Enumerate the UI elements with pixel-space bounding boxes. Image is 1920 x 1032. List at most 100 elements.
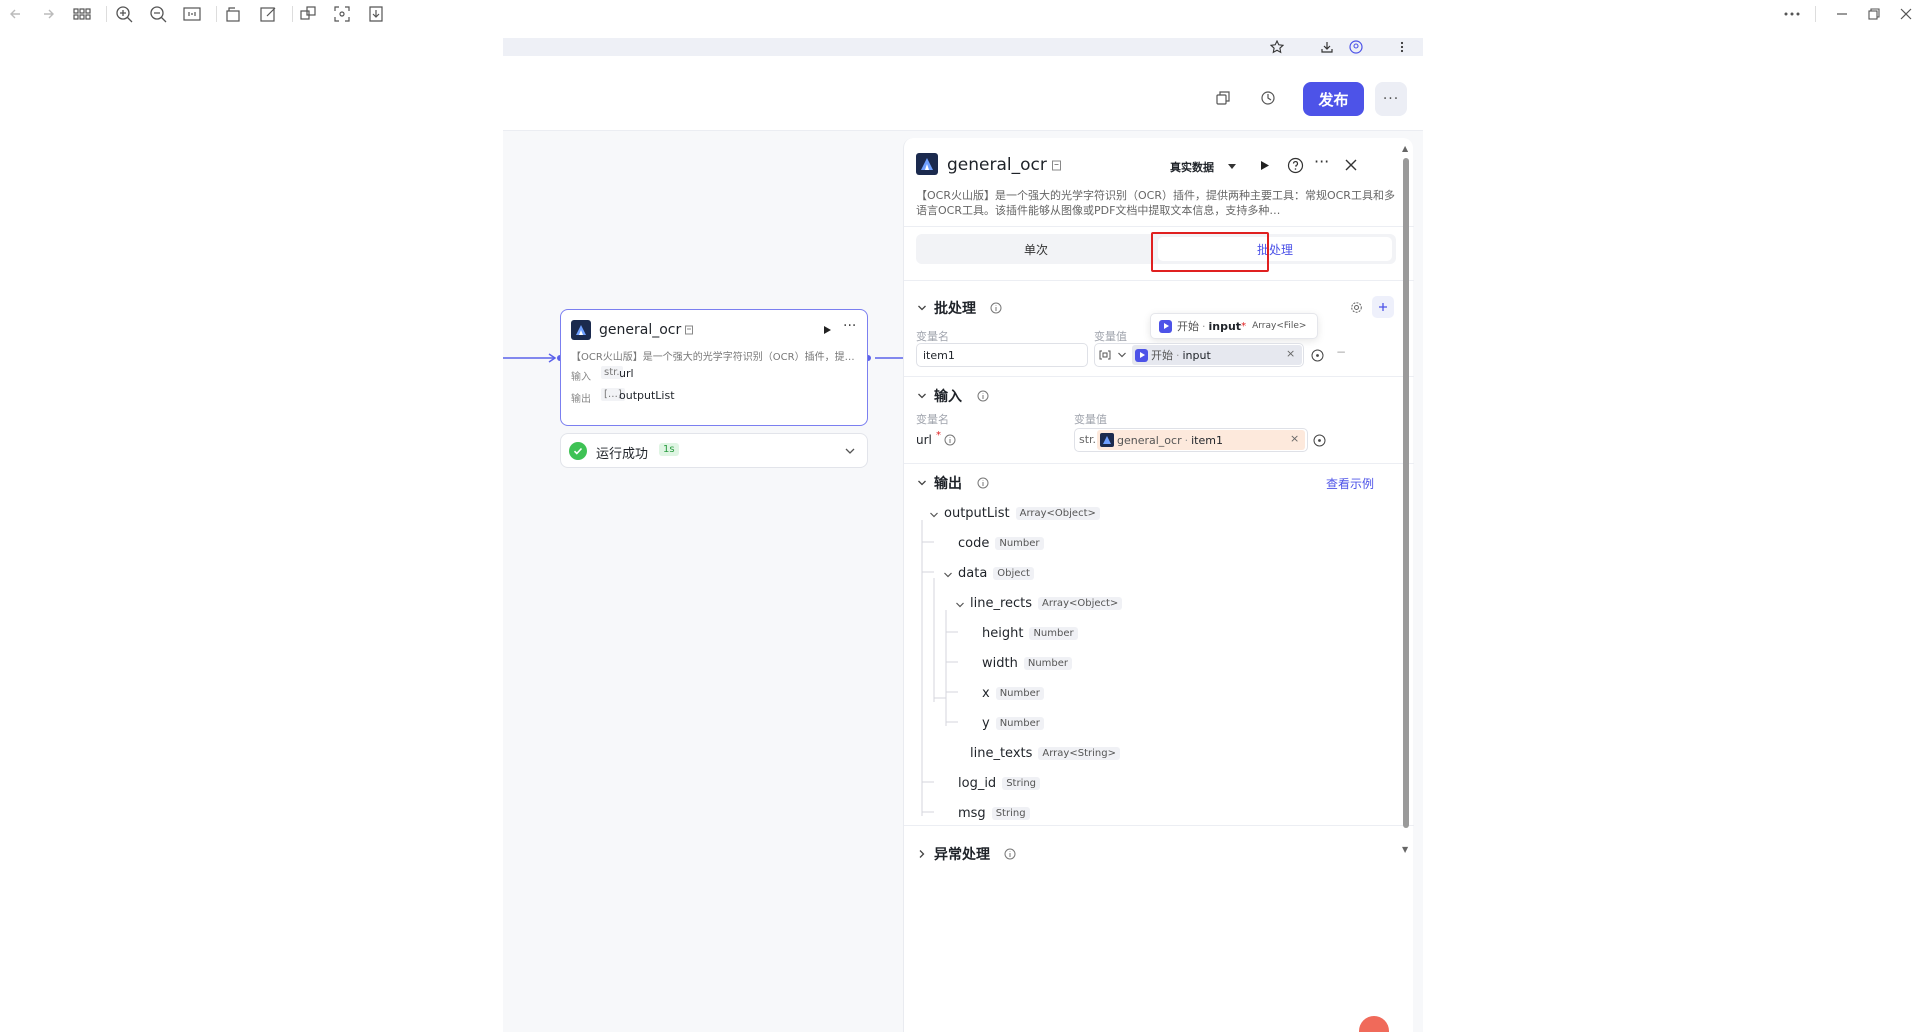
chevron-down-icon[interactable] [916,477,928,489]
zoom-in-icon[interactable] [114,4,134,24]
output-field-type: Array<String> [1038,747,1120,760]
batch-var-value-field[interactable]: 开始 · input × [1094,343,1304,367]
fullscreen-icon[interactable] [332,4,352,24]
minimize-icon[interactable] [1832,4,1852,24]
node-more-icon[interactable]: ··· [843,318,856,334]
output-field-type: Number [1029,627,1078,640]
run-status-text: 运行成功 [596,447,649,462]
play-icon[interactable] [1256,157,1272,173]
kebab-icon[interactable] [1393,38,1411,56]
output-field-name: line_texts [970,746,1033,761]
forward-icon[interactable] [38,4,58,24]
workflow-node-card[interactable]: general_ocr ··· 【OCR火山版】是一个强大的光学字符识别（OCR… [560,309,868,426]
profile-icon[interactable] [1347,38,1365,56]
help-icon[interactable] [1286,156,1304,174]
clear-icon[interactable]: × [1290,432,1299,445]
restore-icon[interactable] [1864,4,1884,24]
edit-icon[interactable] [258,4,278,24]
view-example-link[interactable]: 查看示例 [1326,475,1374,492]
input-ref-node: general_ocr [1117,433,1182,447]
info-icon[interactable] [989,301,1002,314]
chevron-right-icon[interactable] [916,848,928,860]
zoom-out-icon[interactable] [148,4,168,24]
tree-guide-lines [921,520,958,816]
info-icon[interactable] [943,433,956,446]
output-tree-row[interactable]: line_rects Array<Object> [970,596,1123,611]
close-icon[interactable] [1342,156,1360,174]
close-window-icon[interactable] [1896,4,1916,24]
history-icon[interactable] [1258,88,1278,108]
plugin-logo-icon [916,153,938,175]
target-icon[interactable] [1310,348,1324,362]
run-status-bar[interactable]: 运行成功 1s [560,433,868,468]
embedded-screenshot: 发布 ··· general_ocr ··· 【OCR火山版】是一个强大的光学字… [503,38,1423,1032]
output-field-name: msg [958,806,986,821]
clear-icon[interactable]: × [1286,347,1295,360]
back-icon[interactable] [6,4,26,24]
copy-icon[interactable] [1213,88,1233,108]
batch-var-name-input[interactable] [916,343,1088,367]
output-field-type: Object [993,567,1034,580]
add-variable-button[interactable] [1372,296,1394,318]
output-tree-row: width Number [982,656,1073,671]
output-tree-row[interactable]: data Object [958,566,1034,581]
check-icon [569,442,587,460]
chevron-down-icon[interactable] [942,569,954,581]
publish-button[interactable]: 发布 [1303,82,1364,116]
tooltip-type: Array<File> [1252,321,1307,331]
download-icon[interactable] [366,4,386,24]
info-icon[interactable] [1003,847,1016,860]
tab-batch[interactable]: 批处理 [1158,237,1392,261]
input-col-value: 变量值 [1074,413,1107,426]
input-reference-chip[interactable]: general_ocr · item1 × [1097,430,1305,450]
node-output-name: outputList [619,389,675,402]
chevron-down-icon[interactable] [1116,349,1128,361]
variable-reference-chip[interactable]: 开始 · input × [1132,345,1302,365]
gear-icon[interactable] [1348,299,1364,315]
output-tree: outputList Array<Object> code Number data Obj… [904,498,1404,898]
tab-single[interactable]: 单次 [916,234,1156,264]
app-header [503,56,1423,131]
panel-scrollbar[interactable]: ▲ ▼ [1402,144,1410,854]
chevron-down-icon[interactable] [843,444,857,458]
start-node-icon [1159,319,1172,333]
bookmark-icon[interactable] [1049,158,1063,172]
run-time-badge: 1s [659,443,679,456]
output-field-name: line_rects [970,596,1033,611]
grid-icon[interactable] [72,4,92,24]
rotate-icon[interactable] [224,4,244,24]
play-icon[interactable] [819,322,835,338]
output-tree-row: line_texts Array<String> [970,746,1120,761]
batch-section-title: 批处理 [934,301,976,317]
chevron-down-icon[interactable] [928,509,940,521]
crop-icon[interactable] [298,4,318,24]
chevron-down-icon[interactable] [954,599,966,611]
tooltip-var: input [1208,319,1242,333]
output-field-name: y [982,716,990,731]
node-description: 【OCR火山版】是一个强大的光学字符识别（OCR）插件，提… [571,352,855,363]
more-icon[interactable] [1782,4,1802,24]
chevron-down-icon[interactable] [916,390,928,402]
input-value-field[interactable]: str. general_ocr · item1 × [1074,428,1308,452]
batch-col-value: 变量值 [1094,330,1127,343]
output-field-type: String [1002,777,1041,790]
output-field-name: outputList [944,506,1010,521]
data-source-select[interactable]: 真实数据 [1170,159,1214,175]
panel-more-icon[interactable]: ··· [1314,152,1329,171]
browser-strip [503,38,1423,56]
chevron-down-icon[interactable] [916,302,928,314]
fit-icon[interactable] [182,4,202,24]
target-icon[interactable] [1312,433,1326,447]
more-options-button[interactable]: ··· [1375,82,1407,116]
info-icon[interactable] [976,389,989,402]
output-section-title: 输出 [934,476,962,492]
star-icon[interactable] [1268,38,1286,56]
download-icon[interactable] [1318,38,1336,56]
info-icon[interactable] [976,476,989,489]
output-tree-row[interactable]: outputList Array<Object> [944,506,1100,521]
output-field-type: Array<Object> [1038,597,1123,610]
remove-variable-icon[interactable]: − [1336,345,1346,359]
input-section-title: 输入 [934,389,962,405]
caret-down-icon[interactable] [1226,160,1238,172]
batch-col-name: 变量名 [916,330,949,343]
